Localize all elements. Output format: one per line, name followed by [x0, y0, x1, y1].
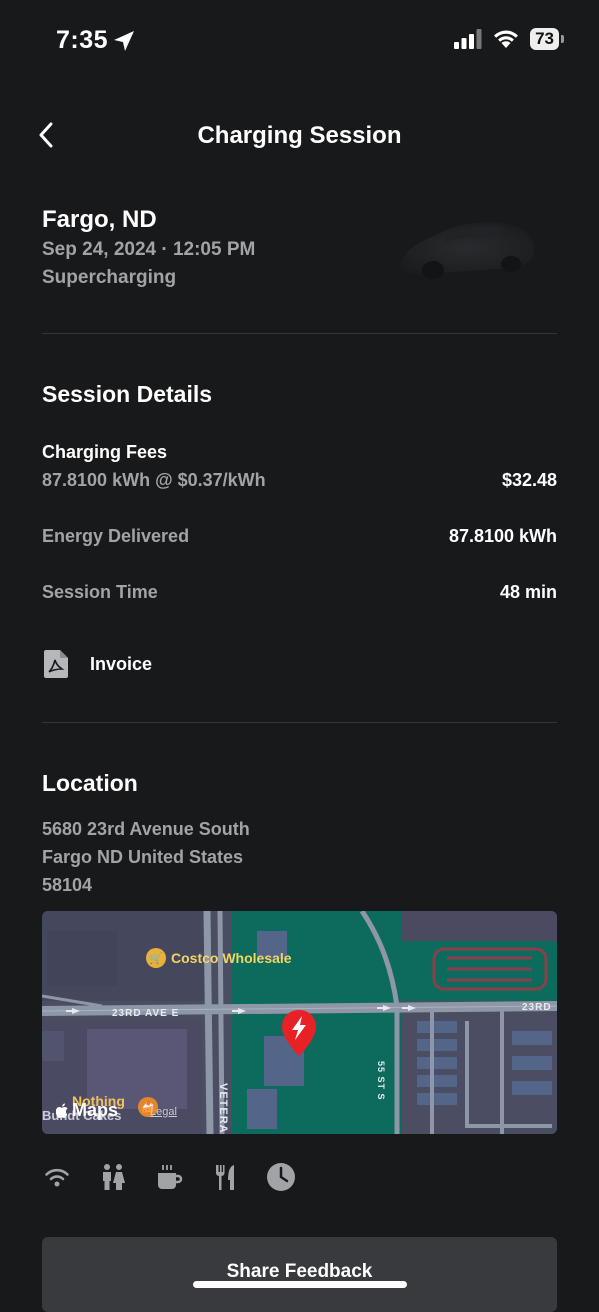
invoice-button[interactable]: Invoice [42, 648, 152, 680]
signal-icon [454, 29, 482, 49]
home-indicator[interactable] [193, 1281, 407, 1288]
wifi-status-icon [494, 30, 519, 48]
map-legal-link[interactable]: Legal [150, 1106, 177, 1118]
battery-indicator: 73 [530, 28, 564, 50]
address-line: 58104 [42, 875, 93, 895]
address-line: 5680 23rd Avenue South [42, 819, 250, 839]
divider [42, 722, 557, 723]
location-map[interactable]: 🛒 Costco Wholesale 23RD AVE E 23RD 55 ST… [42, 911, 557, 1134]
invoice-label: Invoice [90, 653, 153, 674]
session-time-label: Session Time [42, 582, 158, 602]
energy-delivered-label: Energy Delivered [42, 526, 190, 546]
wifi-icon [42, 1162, 72, 1192]
vehicle-image [401, 222, 535, 279]
session-datetime: Sep 24, 2024 · 12:05 PM [42, 239, 256, 260]
status-indicators: 73 [454, 28, 564, 50]
restroom-icon [98, 1162, 128, 1192]
charging-fees-value: $32.48 [501, 470, 557, 490]
map-street-label: VETERA [217, 1083, 229, 1134]
charging-fees-label: Charging Fees [42, 442, 168, 462]
map-street-label: 55 ST S [376, 1061, 386, 1101]
supercharger-pin-icon[interactable] [280, 1008, 318, 1058]
amenities-row [42, 1162, 296, 1192]
map-poi-costco[interactable]: 🛒 Costco Wholesale [146, 948, 292, 968]
dining-icon [210, 1162, 240, 1192]
divider [42, 333, 557, 334]
clock-icon [266, 1162, 296, 1192]
location-address: 5680 23rd Avenue South Fargo ND United S… [42, 815, 250, 899]
apple-icon [56, 1102, 68, 1118]
energy-delivered-value: 87.8100 kWh [448, 526, 557, 546]
cart-icon: 🛒 [146, 948, 166, 968]
address-line: Fargo ND United States [42, 847, 244, 867]
map-street-label: 23RD AVE E [112, 1008, 180, 1019]
charging-fees-rate: 87.8100 kWh @ $0.37/kWh [42, 470, 266, 490]
session-details-title: Session Details [42, 381, 213, 407]
share-feedback-label: Share Feedback [226, 1261, 373, 1282]
session-time-value: 48 min [499, 582, 557, 602]
page-title: Charging Session [197, 122, 402, 149]
map-poi-label: Costco Wholesale [171, 950, 292, 966]
session-type: Supercharging [42, 267, 177, 288]
coffee-icon [154, 1162, 184, 1192]
session-city: Fargo, ND [42, 206, 157, 233]
pdf-icon [44, 650, 68, 678]
share-feedback-button[interactable]: Share Feedback [42, 1237, 557, 1312]
map-street-label: 23RD [522, 1002, 552, 1013]
status-time: 7:35 [56, 26, 109, 54]
location-arrow-icon [114, 31, 134, 51]
apple-maps-logo: Maps [56, 1100, 118, 1121]
maps-logo-text: Maps [72, 1100, 119, 1120]
location-title: Location [42, 770, 138, 796]
